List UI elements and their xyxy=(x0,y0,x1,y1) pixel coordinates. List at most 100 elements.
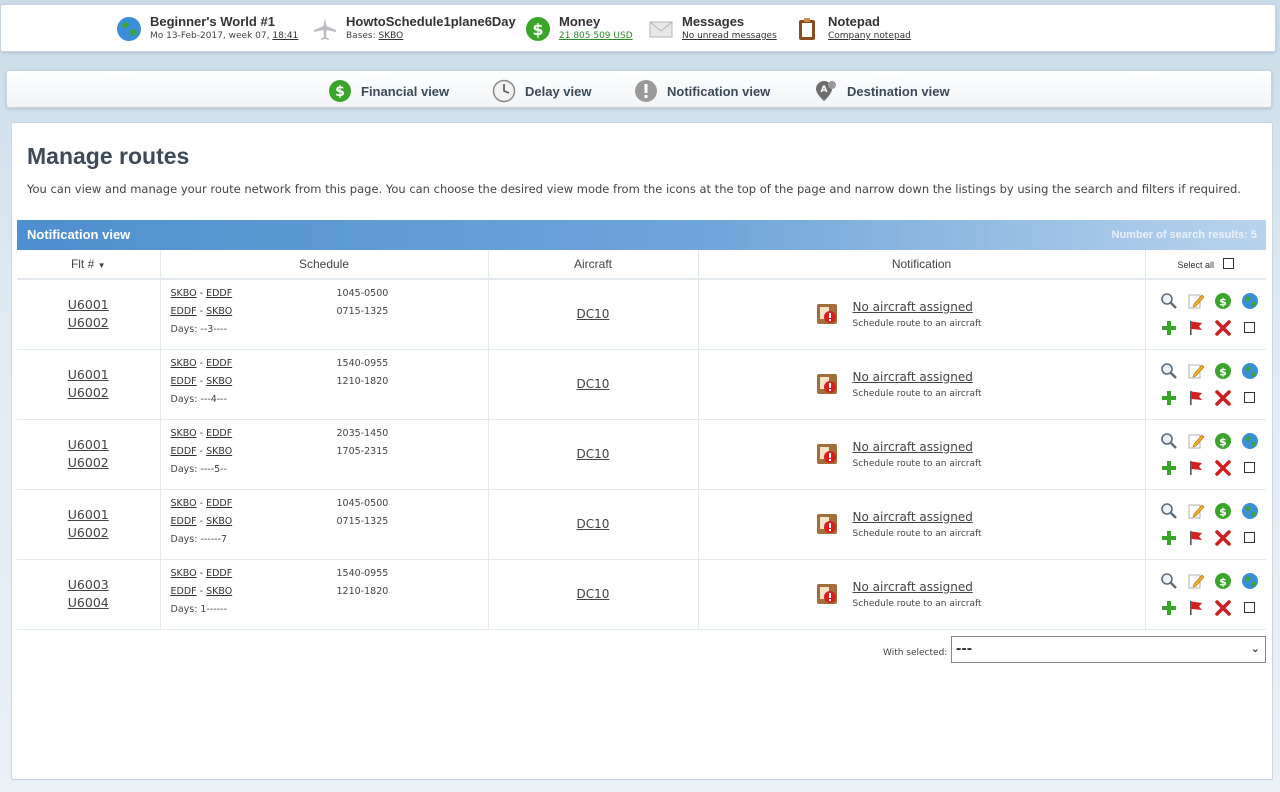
notepad-link[interactable]: Company notepad xyxy=(828,31,911,41)
notification-link[interactable]: No aircraft assigned xyxy=(853,300,982,314)
flight-number-link[interactable]: U6004 xyxy=(17,594,160,612)
dollar-icon[interactable]: $ xyxy=(1213,501,1233,521)
magnifier-icon[interactable] xyxy=(1159,431,1179,451)
airport-link[interactable]: SKBO xyxy=(206,376,232,387)
plus-icon[interactable] xyxy=(1159,528,1179,548)
header-flt[interactable]: Flt # ▼ xyxy=(17,250,161,280)
aircraft-link[interactable]: DC10 xyxy=(577,447,610,461)
aircraft-link[interactable]: DC10 xyxy=(577,377,610,391)
airport-link[interactable]: EDDF xyxy=(171,446,197,457)
messages-link[interactable]: No unread messages xyxy=(682,31,777,41)
delete-x-icon[interactable] xyxy=(1213,388,1233,408)
airport-link[interactable]: EDDF xyxy=(206,358,232,369)
notification-link[interactable]: No aircraft assigned xyxy=(853,440,982,454)
magnifier-icon[interactable] xyxy=(1159,571,1179,591)
select-all-checkbox[interactable] xyxy=(1223,258,1235,269)
edit-note-icon[interactable] xyxy=(1186,571,1206,591)
base-link[interactable]: SKBO xyxy=(379,31,404,41)
search-results-count: Number of search results: 5 xyxy=(1111,229,1258,241)
row-checkbox[interactable] xyxy=(1244,462,1255,473)
globe-icon[interactable] xyxy=(1240,361,1260,381)
flight-number-link[interactable]: U6002 xyxy=(17,384,160,402)
dollar-icon[interactable]: $ xyxy=(1213,291,1233,311)
edit-note-icon[interactable] xyxy=(1186,291,1206,311)
flight-number-link[interactable]: U6002 xyxy=(17,454,160,472)
flag-icon[interactable] xyxy=(1186,598,1206,618)
globe-icon[interactable] xyxy=(1240,291,1260,311)
flight-number-link[interactable]: U6001 xyxy=(17,296,160,314)
airport-link[interactable]: EDDF xyxy=(206,568,232,579)
edit-note-icon[interactable] xyxy=(1186,431,1206,451)
flight-number-link[interactable]: U6001 xyxy=(17,506,160,524)
row-checkbox[interactable] xyxy=(1244,392,1255,403)
destination-view-tab[interactable]: A Destination view xyxy=(814,78,950,104)
airport-link[interactable]: EDDF xyxy=(171,376,197,387)
airport-link[interactable]: EDDF xyxy=(171,586,197,597)
magnifier-icon[interactable] xyxy=(1159,361,1179,381)
notification-link[interactable]: No aircraft assigned xyxy=(853,370,982,384)
svg-text:$: $ xyxy=(532,20,543,39)
row-checkbox[interactable] xyxy=(1244,602,1255,613)
airport-link[interactable]: EDDF xyxy=(171,516,197,527)
dollar-icon[interactable]: $ xyxy=(1213,431,1233,451)
flag-icon[interactable] xyxy=(1186,458,1206,478)
row-select-checkbox[interactable] xyxy=(1240,598,1260,618)
world-time-link[interactable]: 18:41 xyxy=(272,31,298,41)
notification-view-tab[interactable]: Notification view xyxy=(634,78,770,104)
financial-view-tab[interactable]: $ Financial view xyxy=(328,78,449,104)
airport-link[interactable]: SKBO xyxy=(206,446,232,457)
row-checkbox[interactable] xyxy=(1244,532,1255,543)
edit-note-icon[interactable] xyxy=(1186,501,1206,521)
notification-link[interactable]: No aircraft assigned xyxy=(853,580,982,594)
aircraft-link[interactable]: DC10 xyxy=(577,517,610,531)
magnifier-icon[interactable] xyxy=(1159,291,1179,311)
airport-link[interactable]: SKBO xyxy=(171,358,197,369)
aircraft-link[interactable]: DC10 xyxy=(577,587,610,601)
plus-icon[interactable] xyxy=(1159,388,1179,408)
row-select-checkbox[interactable] xyxy=(1240,318,1260,338)
plus-icon[interactable] xyxy=(1159,598,1179,618)
leg-time: 1540-0955 xyxy=(336,358,389,369)
flag-icon[interactable] xyxy=(1186,528,1206,548)
airport-link[interactable]: SKBO xyxy=(171,498,197,509)
delete-x-icon[interactable] xyxy=(1213,598,1233,618)
notification-link[interactable]: No aircraft assigned xyxy=(853,510,982,524)
airport-link[interactable]: SKBO xyxy=(171,568,197,579)
flight-number-link[interactable]: U6001 xyxy=(17,366,160,384)
magnifier-icon[interactable] xyxy=(1159,501,1179,521)
delay-view-tab[interactable]: Delay view xyxy=(492,78,592,104)
row-select-checkbox[interactable] xyxy=(1240,458,1260,478)
row-select-checkbox[interactable] xyxy=(1240,388,1260,408)
airport-link[interactable]: SKBO xyxy=(206,586,232,597)
airport-link[interactable]: SKBO xyxy=(206,516,232,527)
dollar-icon[interactable]: $ xyxy=(1213,361,1233,381)
edit-note-icon[interactable] xyxy=(1186,361,1206,381)
flight-number-link[interactable]: U6001 xyxy=(17,436,160,454)
globe-icon[interactable] xyxy=(1240,431,1260,451)
globe-icon[interactable] xyxy=(1240,571,1260,591)
money-value-link[interactable]: 21 805 509 USD xyxy=(559,31,633,41)
airport-link[interactable]: EDDF xyxy=(206,498,232,509)
flight-number-link[interactable]: U6002 xyxy=(17,524,160,542)
row-checkbox[interactable] xyxy=(1244,322,1255,334)
flight-number-link[interactable]: U6003 xyxy=(17,576,160,594)
delete-x-icon[interactable] xyxy=(1213,458,1233,478)
dollar-icon[interactable]: $ xyxy=(1213,571,1233,591)
airport-link[interactable]: EDDF xyxy=(206,288,232,299)
flag-icon[interactable] xyxy=(1186,388,1206,408)
with-selected-dropdown[interactable]: --- ⌄ xyxy=(951,636,1266,663)
globe-icon[interactable] xyxy=(1240,501,1260,521)
airport-link[interactable]: EDDF xyxy=(171,306,197,317)
airport-link[interactable]: SKBO xyxy=(171,288,197,299)
row-select-checkbox[interactable] xyxy=(1240,528,1260,548)
airport-link[interactable]: EDDF xyxy=(206,428,232,439)
aircraft-link[interactable]: DC10 xyxy=(577,307,610,321)
plus-icon[interactable] xyxy=(1159,318,1179,338)
airport-link[interactable]: SKBO xyxy=(171,428,197,439)
plus-icon[interactable] xyxy=(1159,458,1179,478)
flight-number-link[interactable]: U6002 xyxy=(17,314,160,332)
airport-link[interactable]: SKBO xyxy=(206,306,232,317)
delete-x-icon[interactable] xyxy=(1213,528,1233,548)
flag-icon[interactable] xyxy=(1186,318,1206,338)
delete-x-icon[interactable] xyxy=(1213,318,1233,338)
